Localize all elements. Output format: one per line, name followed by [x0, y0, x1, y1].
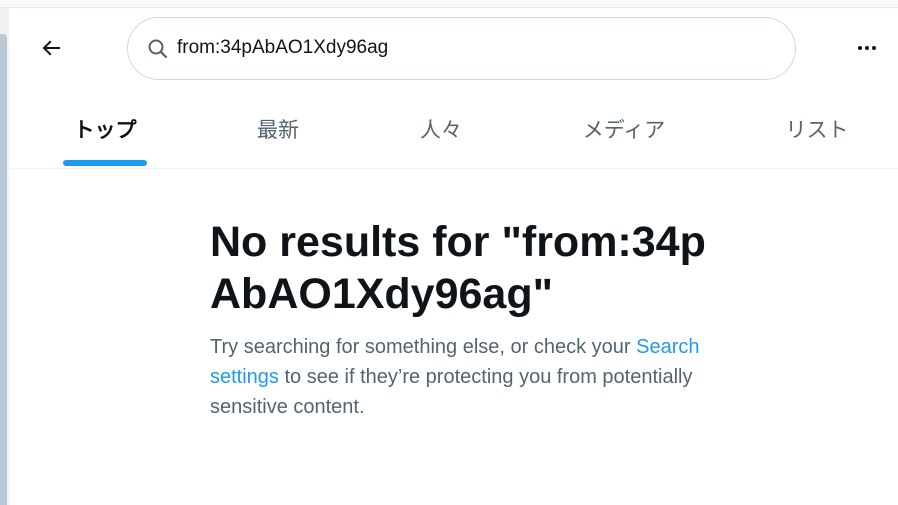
empty-state-message: Try searching for something else, or che… [210, 332, 700, 422]
active-tab-indicator [63, 160, 147, 166]
search-input[interactable] [177, 30, 757, 66]
more-horizontal-icon [855, 36, 879, 65]
tab-latest[interactable]: 最新 [238, 90, 318, 167]
tab-lists[interactable]: リスト [767, 90, 867, 167]
empty-state-text: to see if they’re protecting you from po… [210, 366, 693, 418]
empty-state-text: Try searching for something else, or che… [210, 336, 637, 358]
search-header: トップ 最新 人々 メディア リスト [9, 8, 898, 168]
header-divider [9, 168, 898, 169]
tab-top[interactable]: トップ [63, 90, 147, 167]
more-options-button[interactable] [847, 30, 887, 70]
empty-state-title: No results for "from:34pAbAO1Xdy96ag" [210, 218, 706, 318]
tab-people[interactable]: 人々 [401, 90, 481, 167]
search-tabs: トップ 最新 人々 メディア リスト [9, 90, 898, 167]
scrollbar-thumb[interactable] [0, 34, 7, 505]
back-button[interactable] [31, 30, 71, 70]
arrow-left-icon [39, 36, 63, 65]
tab-label: トップ [73, 117, 137, 142]
scrollbar-track [0, 8, 9, 505]
search-icon [146, 37, 170, 61]
tab-label: メディア [582, 117, 666, 142]
tab-media[interactable]: メディア [565, 90, 683, 167]
window-top-strip [0, 0, 898, 8]
search-box[interactable] [127, 17, 796, 80]
tab-label: 最新 [257, 117, 299, 142]
tab-label: 人々 [420, 117, 462, 142]
search-results-page: トップ 最新 人々 メディア リスト No results for "from:… [0, 0, 898, 505]
tab-label: リスト [785, 117, 849, 142]
empty-state: No results for "from:34pAbAO1Xdy96ag" Tr… [210, 216, 710, 422]
